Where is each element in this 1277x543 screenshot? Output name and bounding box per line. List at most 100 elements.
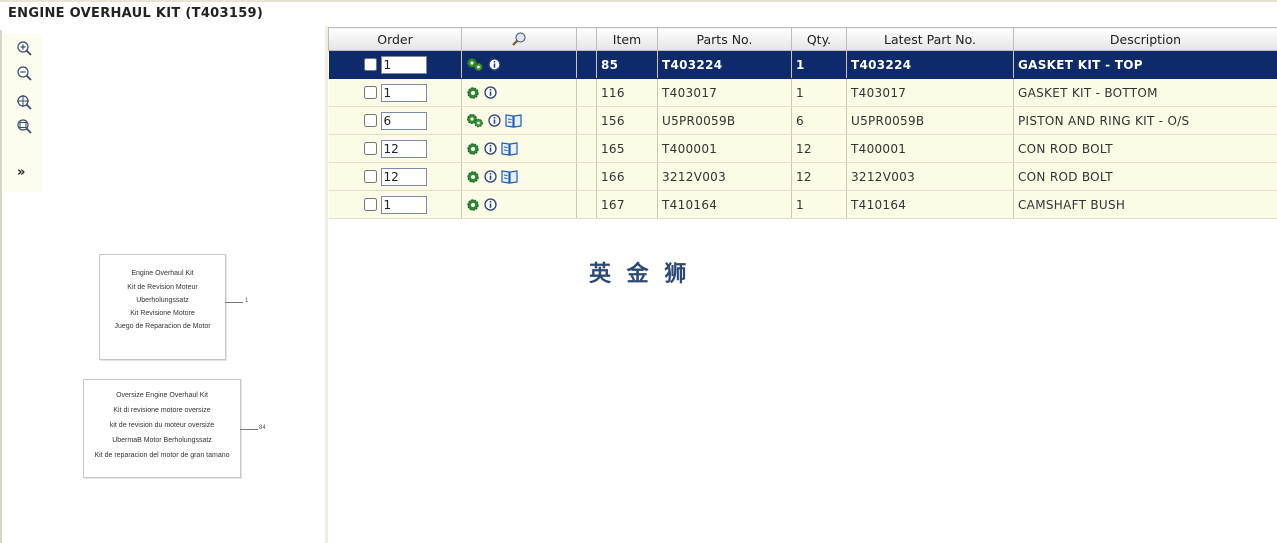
diagram-label: Engine Overhaul Kit — [131, 270, 194, 277]
latest-part-no-header[interactable]: Latest Part No. — [846, 27, 1014, 51]
order-checkbox[interactable] — [363, 198, 377, 211]
diagram-label: UbermaB Motor Berholungssatz — [112, 437, 212, 444]
book-icon[interactable] — [505, 113, 522, 128]
order-cell — [328, 50, 462, 79]
item-cell: 85 — [596, 50, 658, 79]
zoom-out-icon[interactable] — [16, 65, 32, 81]
gears-icon[interactable] — [466, 57, 484, 72]
order-cell — [328, 190, 462, 219]
latest-part-no-cell: T400001 — [846, 134, 1014, 163]
zoom-window-icon[interactable] — [16, 118, 32, 134]
order-qty-input[interactable] — [380, 111, 427, 130]
item-header[interactable]: Item — [596, 27, 658, 51]
gear-icon[interactable] — [466, 170, 480, 184]
callout-line — [240, 429, 258, 430]
book-icon[interactable] — [501, 169, 518, 184]
search-header[interactable] — [461, 27, 577, 51]
latest-part-no-cell: U5PR0059B — [846, 106, 1014, 135]
parts-no-cell: T410164 — [657, 190, 792, 219]
diagram-box-oversize-kit[interactable]: Oversize Engine Overhaul Kit Kit di revi… — [83, 379, 241, 478]
qty-cell: 1 — [791, 78, 847, 107]
table-row[interactable]: 1663212V003123212V003CON ROD BOLT — [328, 162, 1277, 191]
spacer-cell — [576, 134, 597, 163]
top-border — [0, 0, 1277, 2]
zoom-toolbar: » — [4, 34, 42, 192]
parts-no-cell: T403017 — [657, 78, 792, 107]
diagram-label: Kit de reparacion del motor de gran tama… — [94, 452, 230, 459]
zoom-in-icon[interactable] — [16, 40, 32, 56]
latest-part-no-cell: 3212V003 — [846, 162, 1014, 191]
icon-cell — [461, 134, 577, 163]
diagram-label: Oversize Engine Overhaul Kit — [116, 392, 208, 399]
parts-no-cell: 3212V003 — [657, 162, 792, 191]
spacer-cell — [576, 106, 597, 135]
description-cell: PISTON AND RING KIT - O/S — [1013, 106, 1277, 135]
latest-part-no-cell: T403017 — [846, 78, 1014, 107]
latest-part-no-cell: T403224 — [846, 50, 1014, 79]
spacer-cell — [576, 162, 597, 191]
parts-no-cell: T400001 — [657, 134, 792, 163]
expand-panel-button[interactable]: » — [17, 165, 25, 180]
parts-no-cell: U5PR0059B — [657, 106, 792, 135]
info-icon[interactable] — [484, 142, 497, 155]
description-cell: GASKET KIT - BOTTOM — [1013, 78, 1277, 107]
qty-cell: 1 — [791, 50, 847, 79]
order-qty-input[interactable] — [380, 83, 427, 102]
left-border — [0, 30, 2, 543]
parts-no-header[interactable]: Parts No. — [657, 27, 792, 51]
callout-number: 84 — [259, 425, 266, 431]
parts-table: Order Item Parts No. Qty. Latest Part No… — [328, 27, 1277, 219]
qty-header[interactable]: Qty. — [791, 27, 847, 51]
order-qty-input[interactable] — [380, 139, 427, 158]
order-checkbox[interactable] — [363, 86, 377, 99]
page-title: ENGINE OVERHAUL KIT (T403159) — [8, 6, 264, 21]
diagram-box-engine-kit[interactable]: Engine Overhaul Kit Kit de Revision Mote… — [99, 254, 226, 360]
item-cell: 156 — [596, 106, 658, 135]
info-icon[interactable] — [484, 198, 497, 211]
item-cell: 165 — [596, 134, 658, 163]
order-qty-input[interactable] — [380, 55, 427, 74]
table-row[interactable]: 116T4030171T403017GASKET KIT - BOTTOM — [328, 78, 1277, 107]
parts-no-cell: T403224 — [657, 50, 792, 79]
order-checkbox[interactable] — [363, 142, 377, 155]
info-icon[interactable] — [484, 170, 497, 183]
search-icon[interactable] — [511, 31, 527, 47]
qty-cell: 1 — [791, 190, 847, 219]
diagram-label: Uberholungssatz — [136, 297, 189, 304]
qty-cell: 12 — [791, 134, 847, 163]
order-qty-input[interactable] — [380, 195, 427, 214]
gear-icon[interactable] — [466, 198, 480, 212]
gear-icon[interactable] — [466, 86, 480, 100]
description-cell: CON ROD BOLT — [1013, 162, 1277, 191]
diagram-label: Kit di revisione motore oversize — [113, 407, 211, 414]
description-header[interactable]: Description — [1013, 27, 1277, 51]
table-row[interactable]: 167T4101641T410164CAMSHAFT BUSH — [328, 190, 1277, 219]
info-icon[interactable] — [488, 58, 501, 71]
table-header: Order Item Parts No. Qty. Latest Part No… — [328, 27, 1277, 51]
gears-icon[interactable] — [466, 113, 484, 128]
order-checkbox[interactable] — [363, 114, 377, 127]
icon-cell — [461, 50, 577, 79]
table-row[interactable]: 156U5PR0059B6U5PR0059BPISTON AND RING KI… — [328, 106, 1277, 135]
info-icon[interactable] — [488, 114, 501, 127]
order-header[interactable]: Order — [328, 27, 462, 51]
table-row[interactable]: 165T40000112T400001CON ROD BOLT — [328, 134, 1277, 163]
icon-cell — [461, 162, 577, 191]
zoom-fit-icon[interactable] — [16, 94, 32, 110]
table-row[interactable]: 85T4032241T403224GASKET KIT - TOP — [328, 50, 1277, 79]
order-checkbox[interactable] — [363, 170, 377, 183]
description-cell: CAMSHAFT BUSH — [1013, 190, 1277, 219]
spacer-cell — [576, 50, 597, 79]
icon-cell — [461, 78, 577, 107]
info-icon[interactable] — [484, 86, 497, 99]
book-icon[interactable] — [501, 141, 518, 156]
order-qty-input[interactable] — [380, 167, 427, 186]
qty-cell: 12 — [791, 162, 847, 191]
callout-line — [225, 302, 243, 303]
gear-icon[interactable] — [466, 142, 480, 156]
description-cell: GASKET KIT - TOP — [1013, 50, 1277, 79]
order-checkbox[interactable] — [363, 58, 377, 71]
diagram-label: Kit Revisione Motore — [130, 310, 195, 317]
item-cell: 167 — [596, 190, 658, 219]
qty-cell: 6 — [791, 106, 847, 135]
